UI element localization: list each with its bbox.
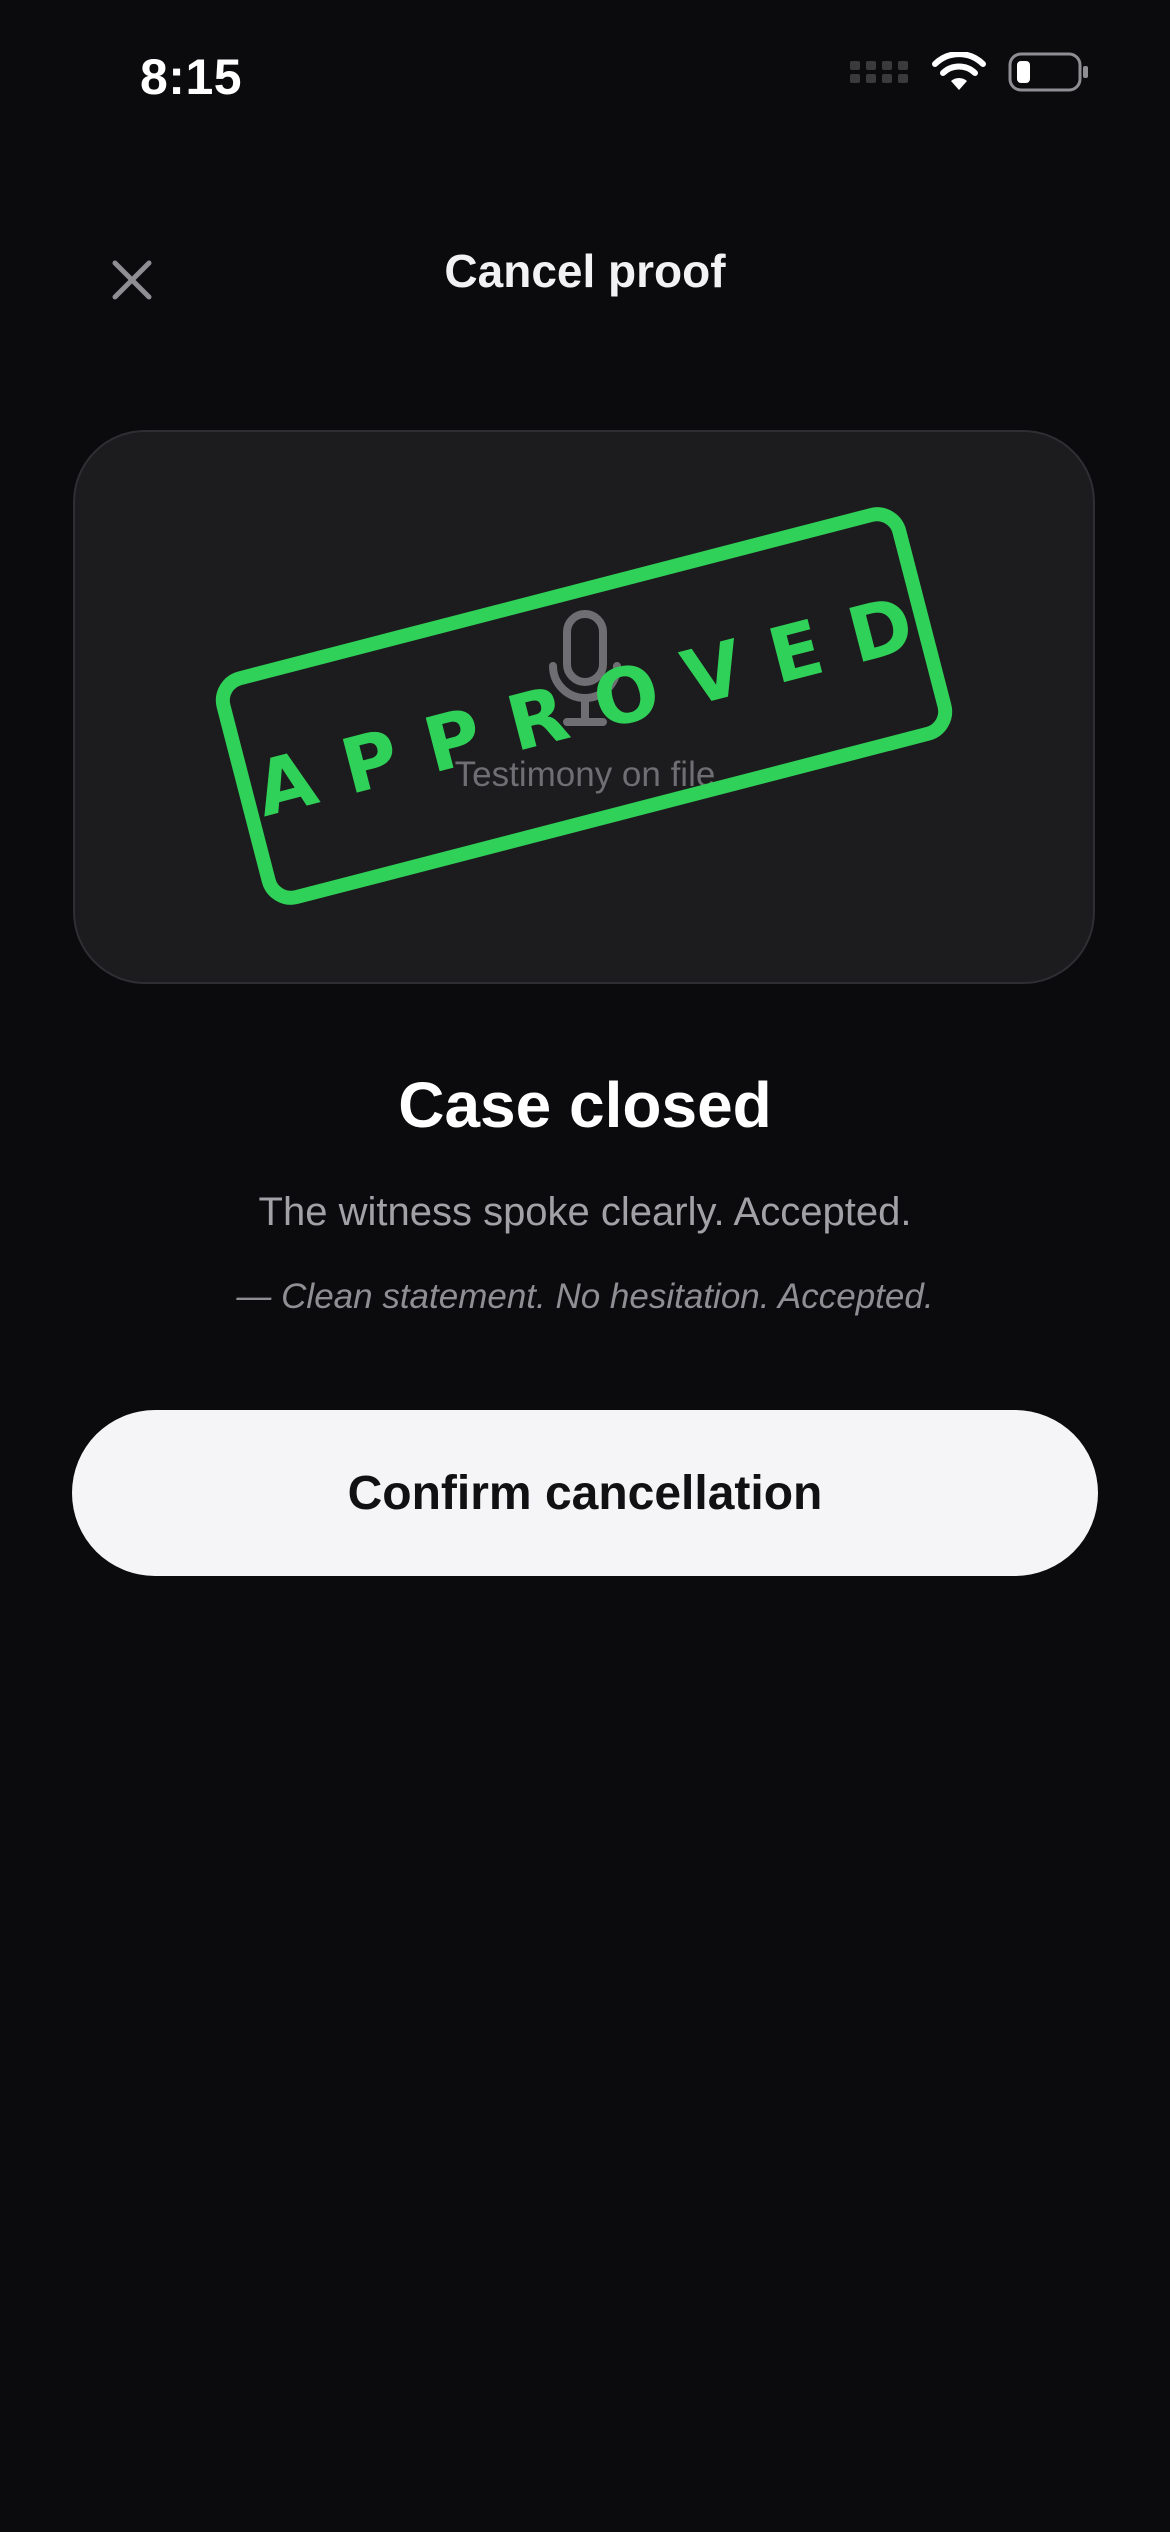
status-icons — [850, 52, 1090, 92]
result-message: The witness spoke clearly. Accepted. — [258, 1190, 912, 1234]
result-quote: — Clean statement. No hesitation. Accept… — [236, 1277, 934, 1316]
battery-icon — [1008, 52, 1088, 92]
result-title: Case closed — [398, 1069, 772, 1141]
cellular-signal-icon — [850, 61, 908, 83]
page-title: Cancel proof — [444, 245, 726, 297]
status-time: 8:15 — [140, 49, 243, 105]
wifi-icon — [932, 52, 986, 90]
confirm-cancellation-button[interactable]: Confirm cancellation — [72, 1410, 1098, 1576]
